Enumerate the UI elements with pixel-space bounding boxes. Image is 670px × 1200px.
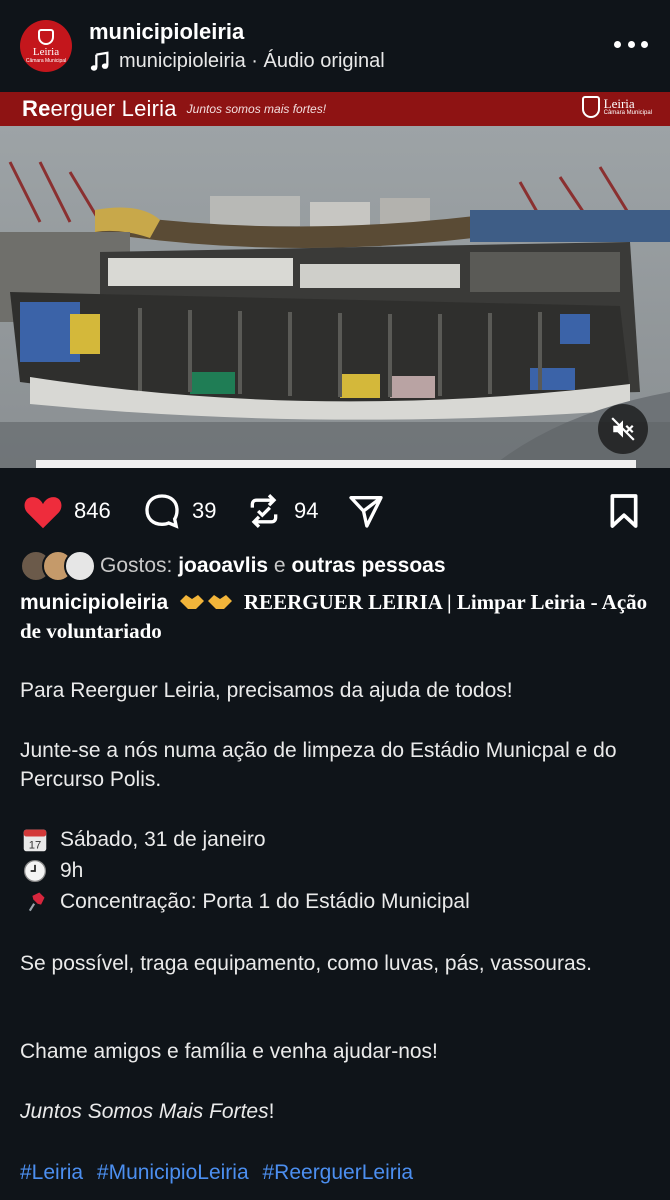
post-media[interactable]: Reerguer Leiria Juntos somos mais fortes… bbox=[0, 92, 670, 468]
likes-prefix: Gostos: bbox=[100, 554, 179, 577]
avatar[interactable]: Leiria Câmara Municipal bbox=[20, 20, 72, 72]
share-button[interactable] bbox=[346, 488, 396, 534]
username[interactable]: municipioleiria bbox=[89, 19, 244, 45]
svg-text:17: 17 bbox=[29, 839, 42, 851]
repost-count: 94 bbox=[294, 498, 319, 523]
avatar-subtitle: Câmara Municipal bbox=[25, 57, 67, 64]
likes-summary[interactable]: Gostos: joaoavlis e outras pessoas bbox=[20, 550, 446, 582]
handshake-icon bbox=[180, 595, 233, 609]
like-count: 846 bbox=[74, 498, 111, 523]
caption-paragraph-2: Junte-se a nós numa ação de limpeza do E… bbox=[20, 739, 617, 791]
share-icon bbox=[349, 496, 383, 528]
liker-avatar bbox=[64, 550, 96, 582]
action-bar: 846 39 94 bbox=[0, 488, 670, 534]
logo-name: Leiria bbox=[603, 96, 635, 111]
more-icon[interactable] bbox=[614, 34, 648, 54]
event-date-text: Sábado, 31 de janeiro bbox=[60, 828, 266, 851]
liker-avatars bbox=[20, 550, 98, 582]
repost-button[interactable]: 94 bbox=[244, 488, 318, 534]
banner-slogan: Juntos somos mais fortes! bbox=[186, 102, 327, 116]
campaign-banner: Reerguer Leiria Juntos somos mais fortes… bbox=[0, 92, 670, 126]
caption-title: municipioleiria REERGUER LEIRIA | Limpar… bbox=[20, 588, 650, 646]
hashtag-link[interactable]: #ReerguerLeiria bbox=[262, 1161, 413, 1184]
crest-icon bbox=[581, 96, 600, 118]
logo-subtitle: Câmara Municipal bbox=[603, 110, 652, 116]
caption-paragraph-3: Se possível, traga equipamento, como luv… bbox=[20, 952, 592, 975]
comment-button[interactable]: 39 bbox=[142, 488, 216, 534]
crest-icon bbox=[38, 28, 54, 45]
calendar-icon: 17 bbox=[23, 829, 47, 851]
hashtag-link[interactable]: #Leiria bbox=[20, 1161, 83, 1184]
audio-link[interactable]: municipioleiria · Áudio original bbox=[89, 50, 385, 73]
caption-slogan: Juntos Somos Mais Fortes! bbox=[20, 1097, 650, 1126]
banner-title: Reerguer Leiria bbox=[22, 96, 177, 121]
audio-separator: · bbox=[245, 50, 264, 72]
event-time-text: 9h bbox=[60, 859, 84, 882]
pushpin-icon bbox=[28, 891, 45, 911]
stadium-photo bbox=[0, 126, 670, 468]
caption-username[interactable]: municipioleiria bbox=[20, 591, 168, 614]
avatar-brand: Leiria bbox=[32, 45, 60, 58]
repost-icon bbox=[250, 493, 278, 529]
like-button[interactable]: 846 bbox=[22, 488, 111, 534]
comment-count: 39 bbox=[192, 498, 217, 523]
slogan-end: ! bbox=[268, 1100, 275, 1123]
comment-icon bbox=[145, 494, 179, 529]
caption-paragraph-4: Chame amigos e família e venha ajudar-no… bbox=[20, 1040, 438, 1063]
clock-icon bbox=[23, 859, 47, 882]
likes-others[interactable]: outras pessoas bbox=[291, 554, 445, 578]
caption-paragraph-1: Para Reerguer Leiria, precisamos da ajud… bbox=[20, 679, 513, 702]
event-place: Concentração: Porta 1 do Estádio Municip… bbox=[20, 887, 650, 916]
music-note-icon bbox=[90, 50, 109, 71]
hashtags: #Leiria #MunicipioLeiria #ReerguerLeiria bbox=[20, 1158, 650, 1187]
post-header: Leiria Câmara Municipal municipioleiria … bbox=[0, 0, 670, 92]
mute-icon[interactable] bbox=[598, 404, 648, 454]
slogan-italic: Juntos Somos Mais Fortes bbox=[20, 1100, 269, 1123]
bookmark-icon bbox=[610, 494, 638, 528]
event-date: 17 Sábado, 31 de janeiro bbox=[20, 825, 650, 854]
banner-logo: Leiria Câmara Municipal bbox=[581, 96, 652, 118]
audio-owner: municipioleiria bbox=[119, 50, 246, 72]
event-place-text: Concentração: Porta 1 do Estádio Municip… bbox=[60, 890, 470, 913]
heart-icon bbox=[24, 497, 62, 529]
liker-username[interactable]: joaoavlis bbox=[178, 554, 268, 578]
event-time: 9h bbox=[20, 856, 650, 885]
likes-connector: e bbox=[268, 554, 292, 577]
hashtag-link[interactable]: #MunicipioLeiria bbox=[97, 1161, 249, 1184]
save-button[interactable] bbox=[604, 488, 654, 534]
audio-label: Áudio original bbox=[263, 50, 385, 72]
